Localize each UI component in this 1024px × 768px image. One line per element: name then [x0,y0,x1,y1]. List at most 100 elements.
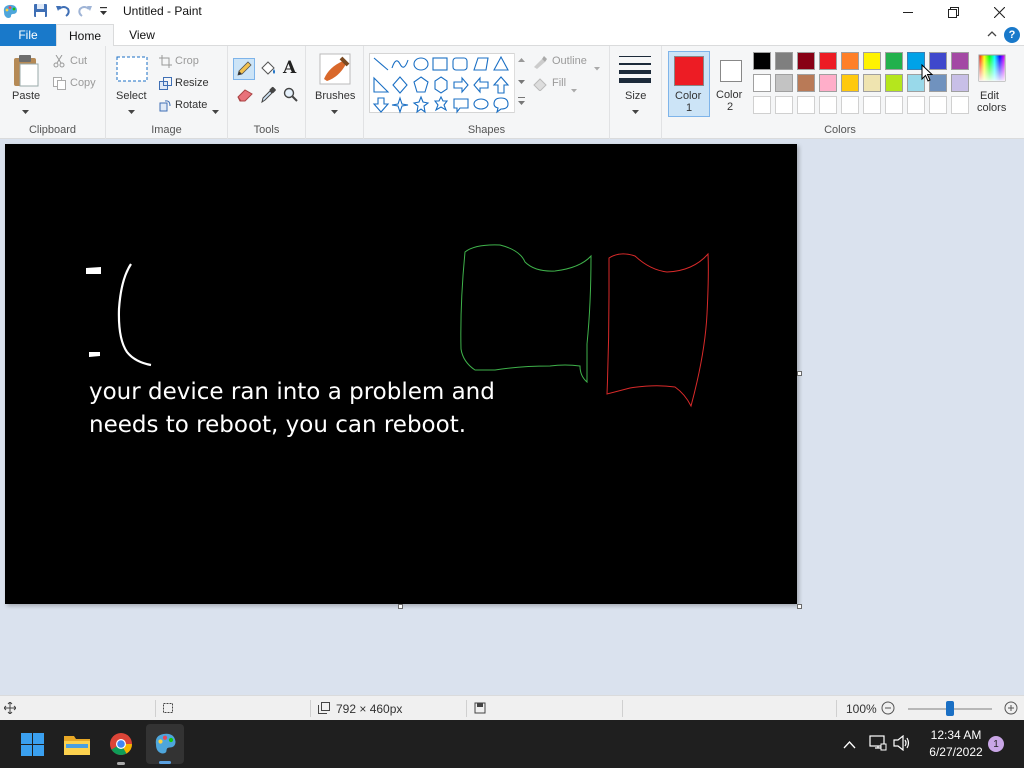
palette-swatch-empty[interactable] [797,96,815,114]
cut-button[interactable]: Cut [70,55,87,67]
close-button[interactable] [976,0,1022,24]
crop-button[interactable]: Crop [175,55,199,67]
palette-swatch-empty[interactable] [929,96,947,114]
rotate-icon[interactable] [159,99,172,115]
palette-swatch[interactable] [753,74,771,92]
shapes-gallery[interactable] [369,53,527,114]
size-button[interactable]: Size [625,90,646,102]
size-chevron-down-icon[interactable] [632,104,639,118]
color2-selector[interactable]: Color 2 [712,51,750,117]
file-explorer-icon[interactable] [64,733,90,758]
palette-swatch[interactable] [951,52,969,70]
edit-colors-icon[interactable] [978,54,1006,85]
select-chevron-down-icon[interactable] [128,104,135,118]
palette-swatch[interactable] [951,74,969,92]
brushes-icon[interactable] [319,53,351,88]
paste-button[interactable]: Paste [12,90,40,102]
palette-swatch[interactable] [775,52,793,70]
paint-app-icon[interactable] [2,3,18,22]
brushes-chevron-down-icon[interactable] [331,104,338,118]
resize-handle-right[interactable] [797,371,802,376]
taskbar-date[interactable]: 6/27/2022 [920,745,992,759]
palette-swatch[interactable] [753,52,771,70]
zoom-in-button[interactable] [1004,701,1018,718]
palette-swatch[interactable] [863,74,881,92]
tab-file[interactable]: File [0,24,56,46]
color1-selector[interactable]: Color 1 [668,51,710,117]
chevron-up-icon[interactable] [843,738,856,752]
resize-button[interactable]: Resize [175,77,209,89]
palette-swatch[interactable] [797,52,815,70]
magnifier-icon[interactable] [283,87,299,106]
brushes-button[interactable]: Brushes [315,90,355,102]
palette-swatch[interactable] [885,74,903,92]
paste-icon[interactable] [12,54,40,91]
palette-swatch-empty[interactable] [863,96,881,114]
volume-icon[interactable] [893,734,911,754]
palette-swatch[interactable] [819,52,837,70]
cut-icon[interactable] [53,54,65,71]
select-icon[interactable] [116,56,148,85]
outline-chevron-down-icon[interactable] [594,60,600,74]
network-icon[interactable] [869,735,887,754]
edit-colors-label[interactable]: Edit [980,90,999,102]
chevron-down-icon[interactable] [22,104,29,118]
palette-swatch-empty[interactable] [907,96,925,114]
fill-icon[interactable] [532,77,548,94]
drawing-canvas[interactable]: your device ran into a problem and needs… [5,144,797,604]
fill-bucket-icon[interactable] [259,60,277,81]
shapes-scrollbar[interactable] [514,53,527,113]
tab-home[interactable]: Home [56,24,114,47]
resize-handle-corner[interactable] [797,604,802,609]
rotate-chevron-down-icon[interactable] [212,104,219,118]
canvas-text: your device ran into a problem and needs… [89,376,495,442]
resize-handle-bottom[interactable] [398,604,403,609]
palette-swatch-empty[interactable] [819,96,837,114]
windows-start-icon[interactable] [21,733,44,759]
help-button[interactable]: ? [1004,27,1020,43]
palette-swatch-empty[interactable] [885,96,903,114]
zoom-out-button[interactable] [881,701,895,718]
copy-icon[interactable] [53,77,66,93]
palette-swatch[interactable] [797,74,815,92]
size-icon[interactable] [619,55,651,86]
undo-icon[interactable] [55,3,71,22]
tab-view[interactable]: View [114,24,170,46]
zoom-slider-track[interactable] [908,701,992,716]
taskbar-time[interactable]: 12:34 AM [920,728,992,742]
edit-colors-label-2[interactable]: colors [977,102,1006,114]
rotate-button[interactable]: Rotate [175,99,207,111]
notification-badge[interactable]: 1 [988,736,1004,752]
resize-icon[interactable] [159,77,172,93]
palette-swatch[interactable] [819,74,837,92]
save-icon[interactable] [33,3,48,21]
chevron-up-icon[interactable] [986,28,998,43]
maximize-button[interactable] [930,0,976,24]
palette-swatch-empty[interactable] [951,96,969,114]
palette-swatch[interactable] [885,52,903,70]
palette-swatch[interactable] [775,74,793,92]
paint-taskbar-button[interactable] [146,724,184,764]
chrome-icon[interactable] [109,732,133,759]
palette-swatch[interactable] [841,52,859,70]
palette-swatch[interactable] [841,74,859,92]
fill-button[interactable]: Fill [552,77,566,89]
outline-icon[interactable] [532,55,548,72]
crop-icon[interactable] [159,55,172,71]
redo-icon[interactable] [77,3,93,22]
text-tool-icon[interactable]: A [283,58,296,78]
palette-swatch-empty[interactable] [775,96,793,114]
copy-button[interactable]: Copy [70,77,96,89]
select-button[interactable]: Select [116,90,147,102]
palette-swatch-empty[interactable] [841,96,859,114]
palette-swatch[interactable] [863,52,881,70]
palette-swatch-empty[interactable] [753,96,771,114]
fill-chevron-down-icon[interactable] [571,82,577,96]
pencil-tool[interactable] [233,58,255,80]
color-picker-icon[interactable] [260,86,276,107]
outline-button[interactable]: Outline [552,55,587,67]
customize-toolbar-icon[interactable] [99,6,108,20]
zoom-slider-thumb[interactable] [946,701,954,716]
eraser-icon[interactable] [236,88,254,105]
minimize-button[interactable] [885,0,931,24]
